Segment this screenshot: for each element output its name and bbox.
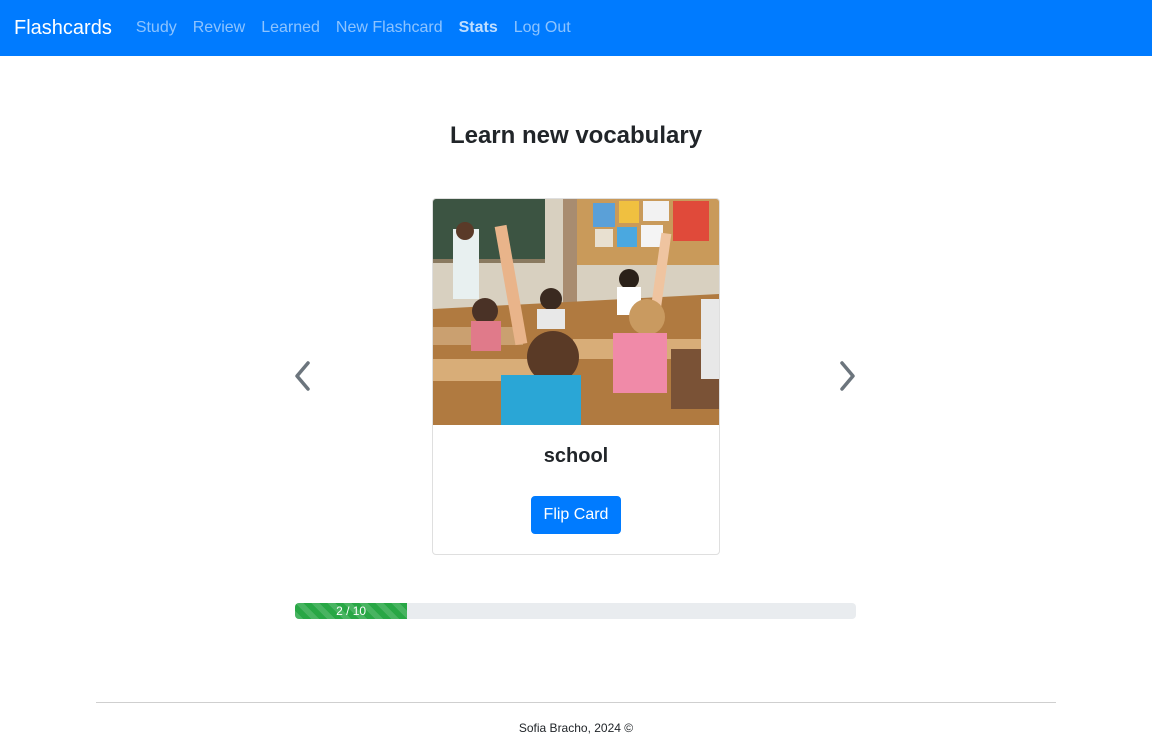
chevron-left-icon <box>295 361 310 391</box>
flashcard-word: school <box>543 445 609 467</box>
flip-card-button[interactable]: Flip Card <box>531 496 621 534</box>
nav-link-study[interactable]: Study <box>128 19 185 37</box>
footer-copyright: Sofia Bracho, 2024 © <box>518 721 634 735</box>
nav-link-new-flashcard[interactable]: New Flashcard <box>328 19 451 37</box>
footer-divider <box>96 702 1056 703</box>
classroom-photo <box>433 199 719 425</box>
nav-link-stats[interactable]: Stats <box>451 19 506 37</box>
carousel-next-button[interactable] <box>836 360 858 392</box>
nav-link-learned[interactable]: Learned <box>253 19 328 37</box>
navbar: Flashcards Study Review Learned New Flas… <box>0 0 1152 56</box>
carousel-prev-button[interactable] <box>292 360 314 392</box>
progress-bar: 2 / 10 <box>295 603 408 619</box>
brand-link[interactable]: Flashcards <box>14 17 112 40</box>
chevron-right-icon <box>840 361 855 391</box>
nav-link-review[interactable]: Review <box>185 19 253 37</box>
progress-track: 2 / 10 <box>295 603 856 619</box>
nav-link-log-out[interactable]: Log Out <box>506 19 579 37</box>
flashcard: school Flip Card <box>432 198 720 555</box>
page-title: Learn new vocabulary <box>449 122 703 149</box>
